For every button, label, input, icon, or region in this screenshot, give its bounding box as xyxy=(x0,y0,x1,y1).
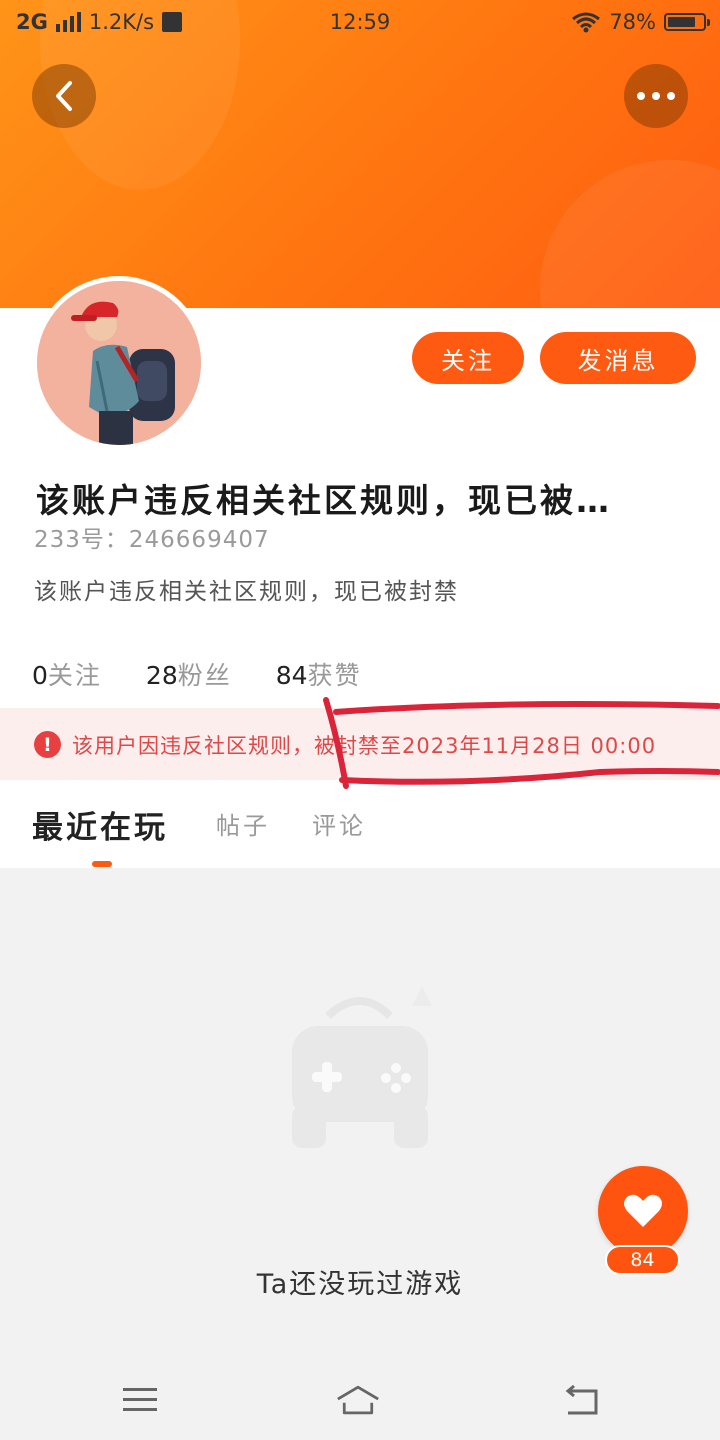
tab-comments[interactable]: 评论 xyxy=(312,806,366,841)
content-tabs: 最近在玩 帖子 评论 xyxy=(0,780,720,868)
home-button[interactable] xyxy=(336,1380,380,1420)
menu-button[interactable] xyxy=(118,1380,162,1420)
gamepad-icon xyxy=(292,986,432,1148)
like-button[interactable] xyxy=(598,1166,688,1256)
home-icon xyxy=(337,1385,379,1415)
return-icon xyxy=(565,1385,598,1415)
like-count-badge: 84 xyxy=(605,1245,680,1275)
tab-posts[interactable]: 帖子 xyxy=(216,806,270,841)
back-nav-button[interactable] xyxy=(558,1380,602,1420)
active-tab-indicator xyxy=(92,861,112,867)
system-nav-bar xyxy=(0,1366,720,1440)
tab-recently-played[interactable]: 最近在玩 xyxy=(32,802,168,847)
heart-icon xyxy=(624,1194,662,1227)
menu-icon xyxy=(123,1388,157,1411)
